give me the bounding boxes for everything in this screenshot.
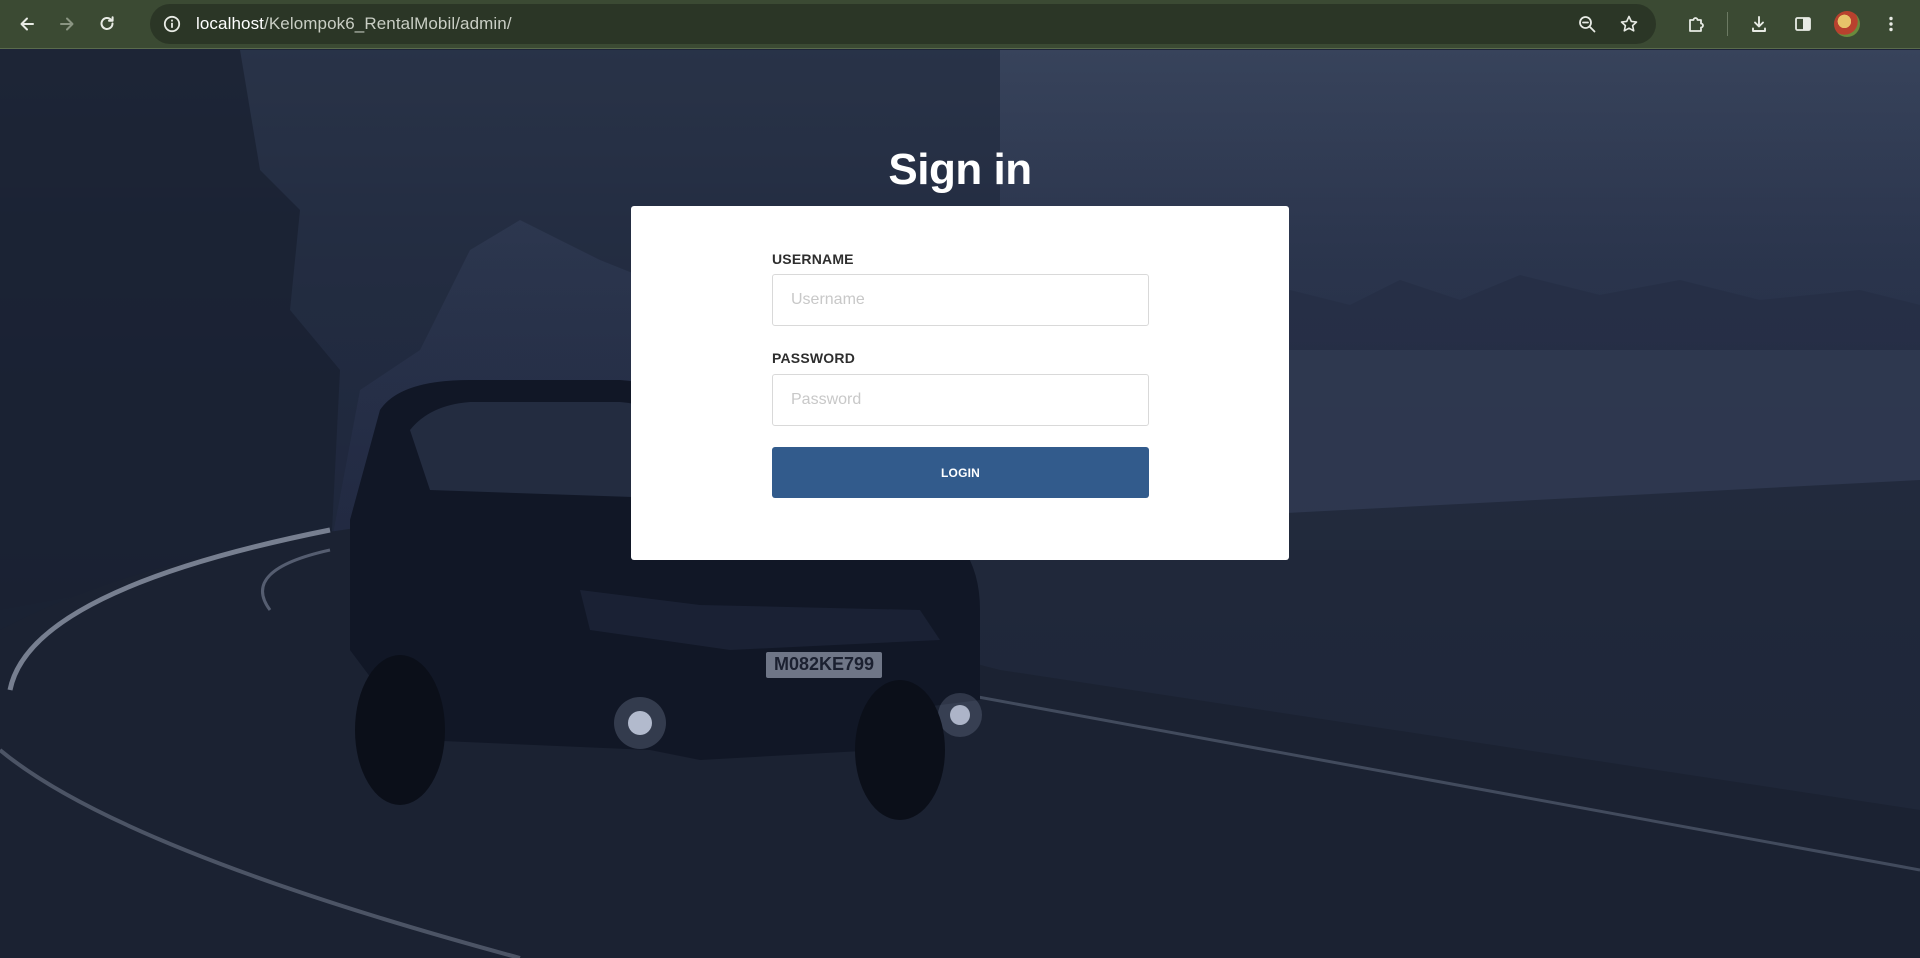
url-text[interactable]: localhost/Kelompok6_RentalMobil/admin/ xyxy=(196,14,512,34)
zoom-out-icon[interactable] xyxy=(1568,5,1606,43)
username-label: USERNAME xyxy=(772,251,854,267)
page-title: Sign in xyxy=(888,145,1032,194)
password-input[interactable] xyxy=(772,374,1149,426)
info-icon[interactable] xyxy=(152,4,192,44)
password-label: PASSWORD xyxy=(772,350,856,366)
side-panel-icon[interactable] xyxy=(1784,5,1822,43)
star-icon[interactable] xyxy=(1610,5,1648,43)
license-plate-text: M082KE799 xyxy=(774,654,874,674)
browser-toolbar: localhost/Kelompok6_RentalMobil/admin/ xyxy=(0,0,1920,49)
username-input[interactable] xyxy=(772,274,1149,326)
reload-icon[interactable] xyxy=(87,4,127,44)
back-arrow-icon[interactable] xyxy=(7,4,47,44)
address-bar[interactable]: localhost/Kelompok6_RentalMobil/admin/ xyxy=(150,4,1656,44)
kebab-menu-icon[interactable] xyxy=(1872,5,1910,43)
toolbar-divider xyxy=(1727,12,1728,36)
profile-button[interactable] xyxy=(1828,5,1866,43)
login-card: USERNAME PASSWORD LOGIN xyxy=(631,206,1289,560)
download-icon[interactable] xyxy=(1740,5,1778,43)
forward-arrow-icon[interactable] xyxy=(47,4,87,44)
url-host: localhost xyxy=(196,14,264,33)
puzzle-icon[interactable] xyxy=(1677,5,1715,43)
url-path: /Kelompok6_RentalMobil/admin/ xyxy=(264,14,512,33)
avatar xyxy=(1834,11,1860,37)
login-page: M082KE799 Sign in USERNAME PASSWORD LOGI… xyxy=(0,50,1920,958)
login-button[interactable]: LOGIN xyxy=(772,447,1149,498)
